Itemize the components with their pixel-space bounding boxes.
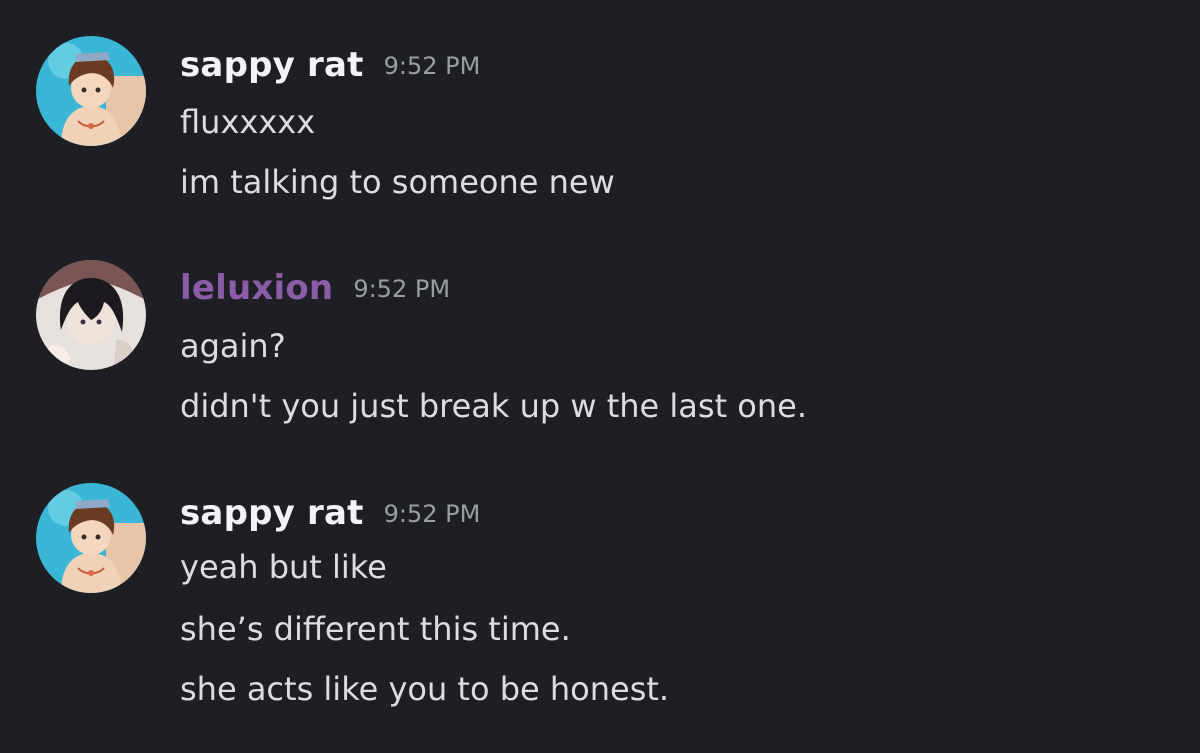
anime-boy-avatar-icon xyxy=(36,36,146,146)
avatar[interactable] xyxy=(36,36,146,146)
message-text: yeah but like xyxy=(180,548,387,586)
timestamp: 9:52 PM xyxy=(353,275,451,303)
username[interactable]: sappy rat xyxy=(180,45,364,85)
chat-log: sappy rat 9:52 PM fluxxxxx im talking to … xyxy=(0,0,1200,753)
message-text: again? xyxy=(180,327,286,365)
username[interactable]: sappy rat xyxy=(180,493,364,533)
username[interactable]: leluxion xyxy=(180,268,333,308)
message-header: leluxion 9:52 PM xyxy=(180,268,450,308)
message-text: she acts like you to be honest. xyxy=(180,670,670,708)
avatar[interactable] xyxy=(36,260,146,370)
message-header: sappy rat 9:52 PM xyxy=(180,493,480,533)
avatar[interactable] xyxy=(36,483,146,593)
message-text: didn't you just break up w the last one. xyxy=(180,387,808,425)
message-text: she’s different this time. xyxy=(180,610,571,648)
timestamp: 9:52 PM xyxy=(383,52,481,80)
anime-dark-hair-avatar-icon xyxy=(36,260,146,370)
message-text: fluxxxxx xyxy=(180,103,316,141)
anime-boy-avatar-icon xyxy=(36,483,146,593)
timestamp: 9:52 PM xyxy=(383,500,481,528)
message-text: im talking to someone new xyxy=(180,163,615,201)
message-header: sappy rat 9:52 PM xyxy=(180,45,480,85)
